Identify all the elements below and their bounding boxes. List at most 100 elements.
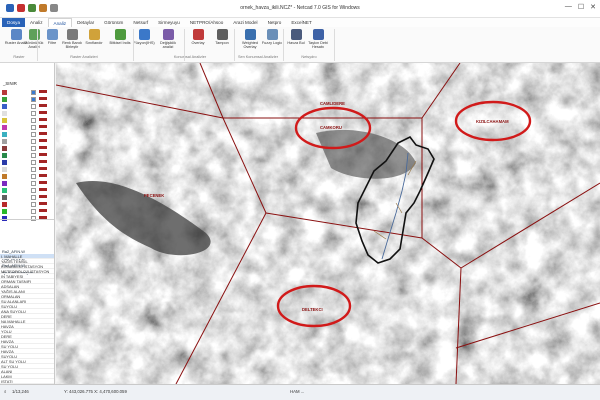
tab-analiz[interactable]: Analiz xyxy=(47,18,73,27)
ribbon-button[interactable]: Havza Bul xyxy=(284,29,308,45)
layer-style-row[interactable] xyxy=(0,145,54,151)
layer-style-row[interactable] xyxy=(0,166,54,172)
visibility-checkbox[interactable] xyxy=(31,103,36,109)
color-swatch[interactable] xyxy=(2,117,7,123)
layer-name[interactable]: _SINIR xyxy=(3,81,17,86)
visibility-checkbox[interactable] xyxy=(31,201,36,207)
minimize-button[interactable]: — xyxy=(565,3,572,11)
visibility-checkbox[interactable] xyxy=(31,110,36,116)
title-bar: ornek_havza_ikili.NCZ* - Netcad 7.0 GIS … xyxy=(0,0,600,18)
color-swatch[interactable] xyxy=(2,145,7,151)
visibility-checkbox[interactable] xyxy=(31,180,36,186)
zoom-icon[interactable]: ⌕ xyxy=(4,389,6,394)
color-swatch[interactable] xyxy=(2,89,7,95)
tool-icon xyxy=(138,29,150,40)
visibility-checkbox[interactable] xyxy=(31,131,36,137)
tab-sirmeyuyu[interactable]: Sirmeyuyu xyxy=(153,18,185,27)
layer-style-row[interactable] xyxy=(0,180,54,186)
ribbon-separator xyxy=(334,29,335,61)
window-title: ornek_havza_ikili.NCZ* - Netcad 7.0 GIS … xyxy=(240,5,360,11)
close-button[interactable]: ✕ xyxy=(590,3,596,11)
ribbon-group-label: Raster Analizleri xyxy=(70,55,98,59)
ribbon-toolbar: Ruster Analiz Görünürlük Analizi Filtre Ren… xyxy=(0,27,600,63)
color-swatch[interactable] xyxy=(2,103,7,109)
color-swatch[interactable] xyxy=(2,138,7,144)
layer-style-row[interactable] xyxy=(0,208,54,214)
ribbon-button-label: Taşkın Debi Hesabı xyxy=(308,41,328,50)
ribbon-button[interactable]: Sınıflandır xyxy=(82,29,106,45)
layer-style-row[interactable] xyxy=(0,131,54,137)
visibility-checkbox[interactable] xyxy=(31,159,36,165)
ribbon-button[interactable]: Füzyon(IHS) xyxy=(132,29,156,45)
visibility-checkbox[interactable] xyxy=(31,138,36,144)
tab-excelnet[interactable]: ExcelNET xyxy=(286,18,316,27)
visibility-checkbox[interactable] xyxy=(31,152,36,158)
color-swatch[interactable] xyxy=(2,96,7,102)
color-swatch[interactable] xyxy=(2,208,7,214)
line-style-icon xyxy=(39,202,47,205)
ribbon-button[interactable]: Değişiklik analizi xyxy=(156,29,180,49)
color-swatch[interactable] xyxy=(2,159,7,165)
color-swatch[interactable] xyxy=(2,110,7,116)
tab-netpro[interactable]: Netpro xyxy=(263,18,287,27)
visibility-checkbox[interactable] xyxy=(31,194,36,200)
mode-readout: HAM ... xyxy=(290,389,305,394)
layer-style-row[interactable] xyxy=(0,89,54,95)
tab-netpro-ahsoo[interactable]: NETPRO/Ahsoo xyxy=(185,18,228,27)
layer-style-row[interactable] xyxy=(0,201,54,207)
color-swatch[interactable] xyxy=(2,180,7,186)
visibility-checkbox[interactable] xyxy=(31,89,36,95)
layer-style-row[interactable] xyxy=(0,124,54,130)
tool-icon xyxy=(216,29,228,40)
ribbon-button[interactable]: Tampon xyxy=(210,29,234,45)
ribbon-group-label: Raster xyxy=(13,55,25,59)
maximize-button[interactable]: ☐ xyxy=(578,3,584,11)
color-swatch[interactable] xyxy=(2,187,7,193)
visibility-checkbox[interactable] xyxy=(31,96,36,102)
visibility-checkbox[interactable] xyxy=(31,117,36,123)
ribbon-button[interactable]: Overlay xyxy=(186,29,210,45)
coordinate-readout: Y: 443,026.775 X: 4,470,600.059 xyxy=(64,389,127,394)
line-style-icon xyxy=(39,188,47,191)
color-swatch[interactable] xyxy=(2,124,7,130)
visibility-checkbox[interactable] xyxy=(31,187,36,193)
visibility-checkbox[interactable] xyxy=(31,166,36,172)
tool-icon xyxy=(244,29,256,40)
visibility-checkbox[interactable] xyxy=(31,124,36,130)
tab-analiz-1[interactable]: Analiz xyxy=(25,18,48,27)
layer-style-row[interactable] xyxy=(0,138,54,144)
tab-gorunum[interactable]: Görünüm xyxy=(99,18,128,27)
layer-style-row[interactable] xyxy=(0,103,54,109)
ribbon-group-label: Konumsal Analizler xyxy=(173,55,207,59)
layer-style-row[interactable] xyxy=(0,173,54,179)
map-canvas[interactable]: CAMLIDERE CAMKORU KIZILCAHAMAM PECENEK D… xyxy=(56,63,600,384)
tab-dosya[interactable]: Dosya xyxy=(2,18,26,27)
ribbon-button-label: Renk Bandı Birleştir xyxy=(62,41,82,50)
tab-arazi-model[interactable]: Arazi Model xyxy=(228,18,262,27)
ribbon-button[interactable]: Weighted Overlay xyxy=(238,29,262,49)
visibility-checkbox[interactable] xyxy=(31,208,36,214)
tab-netsurf[interactable]: Netsurf xyxy=(128,18,153,27)
visibility-checkbox[interactable] xyxy=(31,145,36,151)
color-swatch[interactable] xyxy=(2,194,7,200)
layer-style-row[interactable] xyxy=(0,152,54,158)
layer-style-row[interactable] xyxy=(0,194,54,200)
tool-icon xyxy=(162,29,174,40)
visibility-checkbox[interactable] xyxy=(31,173,36,179)
ribbon-button[interactable]: Fuzzy Logic xyxy=(260,29,284,45)
color-swatch[interactable] xyxy=(2,201,7,207)
layer-style-row[interactable] xyxy=(0,110,54,116)
ribbon-button[interactable]: Taşkın Debi Hesabı xyxy=(306,29,330,49)
layer-style-row[interactable] xyxy=(0,187,54,193)
color-swatch[interactable] xyxy=(2,152,7,158)
layer-style-row[interactable] xyxy=(0,96,54,102)
layer-style-row[interactable] xyxy=(0,159,54,165)
color-swatch[interactable] xyxy=(2,173,7,179)
ribbon-button[interactable]: Renk Bandı Birleştir xyxy=(60,29,84,49)
place-label: CAMKORU xyxy=(320,125,342,130)
color-swatch[interactable] xyxy=(2,131,7,137)
ribbon-button[interactable]: Bitkisel İndis xyxy=(108,29,132,45)
tab-detaylar[interactable]: Detaylar xyxy=(72,18,99,27)
color-swatch[interactable] xyxy=(2,166,7,172)
layer-style-row[interactable] xyxy=(0,117,54,123)
